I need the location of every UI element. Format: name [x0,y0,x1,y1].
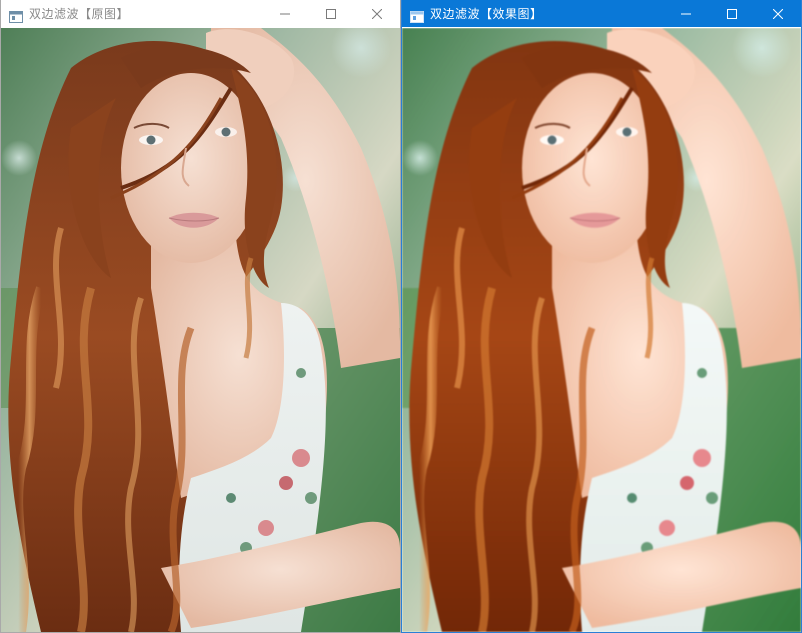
window-title: 双边滤波【效果图】 [430,7,543,21]
minimize-icon[interactable] [663,0,709,27]
app-window-icon [410,8,424,23]
title-bar[interactable]: 双边滤波【效果图】 [402,0,801,27]
image-window-original[interactable]: 双边滤波【原图】 [0,0,401,633]
image-canvas [402,28,801,632]
photo-filtered [402,28,801,632]
title-bar[interactable]: 双边滤波【原图】 [1,0,400,27]
photo-original [1,28,400,632]
window-title: 双边滤波【原图】 [29,7,130,21]
close-icon[interactable] [354,0,400,27]
image-canvas [1,28,400,632]
app-window-icon [9,8,23,23]
maximize-icon[interactable] [709,0,755,27]
minimize-icon[interactable] [262,0,308,27]
image-window-filtered[interactable]: 双边滤波【效果图】 [401,0,802,633]
maximize-icon[interactable] [308,0,354,27]
close-icon[interactable] [755,0,801,27]
